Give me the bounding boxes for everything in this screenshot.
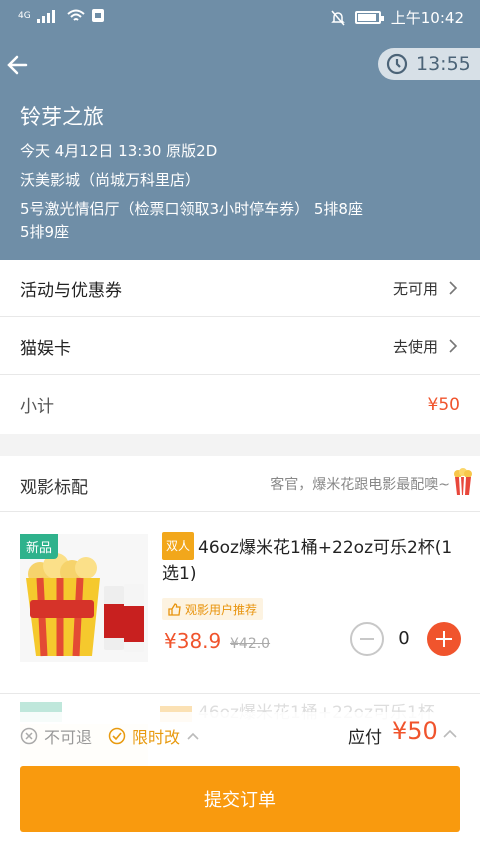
- chevron-right-icon: [449, 281, 458, 295]
- combo-header: 观影标配 客官，爆米花跟电影最配噢~: [0, 456, 480, 512]
- limited-change-text: 限时改: [132, 728, 181, 747]
- subtotal-value: ¥50: [427, 394, 460, 415]
- countdown-value: 13:55: [416, 53, 471, 75]
- decrease-quantity-button[interactable]: [350, 622, 384, 656]
- limited-change-notice[interactable]: 限时改: [108, 724, 200, 748]
- pay-label: 应付: [348, 728, 382, 748]
- movie-header: 13:55 铃芽之旅 今天 4月12日 13:30 原版2D 沃美影城（尚城万科…: [0, 34, 480, 260]
- product-original-price: ¥42.0: [230, 636, 271, 652]
- checkout-bar: 不可退 限时改 应付 ¥50 提交订单: [0, 712, 480, 853]
- shield-icon: [91, 9, 104, 22]
- no-refund-text: 不可退: [44, 728, 93, 747]
- status-bar: 4G 上午10:42: [0, 0, 480, 34]
- combo-title: 观影标配: [20, 478, 88, 498]
- clock-time: 上午10:42: [390, 9, 464, 27]
- thumb-up-icon: [168, 602, 181, 616]
- product-name: 双人 46oz爆米花1桶+22oz可乐2杯(1选1): [162, 532, 467, 587]
- product-price: ¥38.9: [164, 629, 222, 653]
- close-circle-icon: [20, 727, 38, 745]
- increase-quantity-button[interactable]: [427, 622, 461, 656]
- status-icons-right: 上午10:42: [330, 7, 464, 28]
- section-divider: [0, 434, 480, 456]
- cat-card-value: 去使用: [392, 337, 438, 356]
- showtime: 今天 4月12日 13:30 原版2D: [20, 142, 218, 160]
- recommend-badge: 观影用户推荐: [162, 598, 264, 620]
- double-badge: 双人: [162, 532, 195, 560]
- cinema-name: 沃美影城（尚城万科里店）: [20, 171, 201, 189]
- submit-order-button[interactable]: 提交订单: [20, 766, 460, 832]
- cat-card-row[interactable]: 猫娱卡 去使用: [0, 318, 480, 375]
- quantity-value: 0: [398, 628, 410, 649]
- mute-bell-icon: [330, 10, 345, 25]
- product-name-text: 46oz爆米花1桶+22oz可乐2杯(1选1): [162, 538, 453, 584]
- network-type: 4G: [18, 10, 31, 21]
- clock-icon: [386, 53, 408, 75]
- hall-seats-extra: 5排9座: [20, 223, 70, 241]
- recommend-text: 观影用户推荐: [185, 602, 258, 617]
- pay-amount: ¥50: [392, 717, 438, 745]
- signal-icon: [36, 9, 61, 23]
- chevron-up-icon: [187, 732, 199, 740]
- status-icons-left: 4G: [18, 8, 105, 23]
- wifi-icon: [67, 9, 85, 21]
- subtotal-label: 小计: [20, 397, 54, 417]
- hall-seats: 5号激光情侣厅（检票口领取3小时停车券） 5排8座: [20, 200, 363, 218]
- chevron-up-icon[interactable]: [442, 729, 458, 739]
- check-circle-icon: [108, 727, 126, 745]
- back-arrow-icon[interactable]: [4, 50, 34, 80]
- order-options: 活动与优惠券 无可用 猫娱卡 去使用 小计 ¥50: [0, 260, 480, 434]
- battery-icon: [354, 11, 384, 24]
- countdown-timer: 13:55: [378, 48, 480, 80]
- combo-tip: 客官，爆米花跟电影最配噢~: [270, 477, 450, 493]
- combo-product-card: 新品 双人 46oz爆米花1桶+22oz可乐2杯(1选1) 观影用户推荐 ¥38.…: [0, 512, 480, 694]
- promo-value: 无可用: [392, 279, 438, 298]
- chevron-right-icon: [449, 339, 458, 353]
- popcorn-icon: [454, 468, 472, 496]
- cat-card-label: 猫娱卡: [20, 338, 71, 359]
- promo-label: 活动与优惠券: [20, 280, 122, 301]
- promo-row[interactable]: 活动与优惠券 无可用: [0, 260, 480, 317]
- no-refund-notice: 不可退: [20, 724, 92, 748]
- new-badge: 新品: [20, 534, 59, 559]
- movie-title: 铃芽之旅: [20, 105, 104, 129]
- subtotal-row: 小计 ¥50: [0, 376, 480, 433]
